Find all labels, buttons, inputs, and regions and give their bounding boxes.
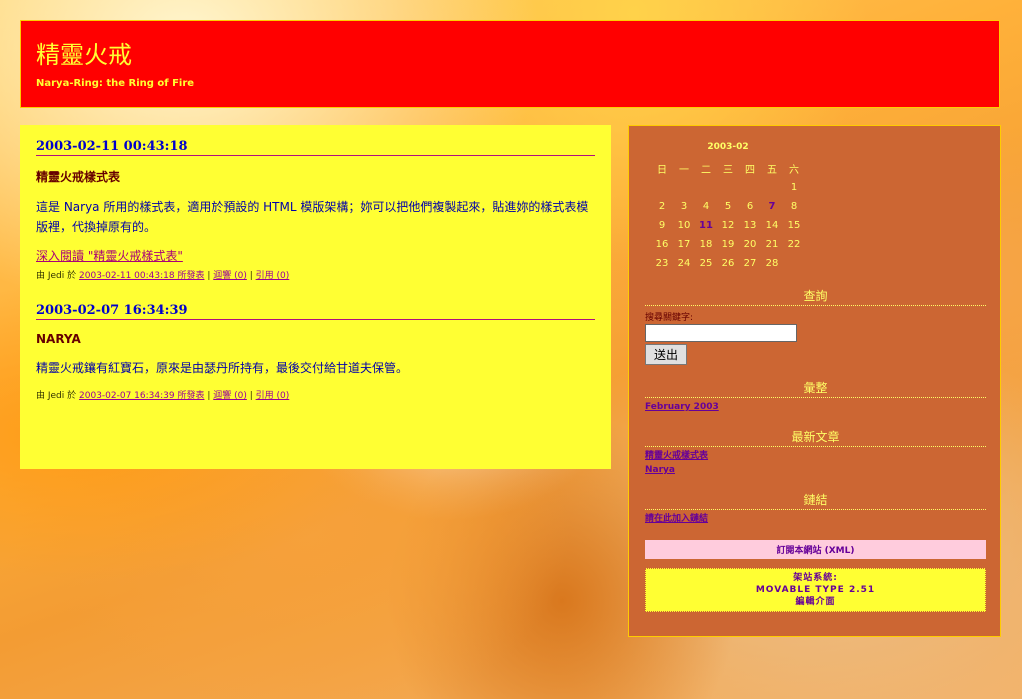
calendar-day: 5 [724,201,732,212]
archives-title: 彙整 [645,379,986,398]
syndicate-xml-link[interactable]: 訂閱本網站 (XML) [645,540,986,559]
calendar-day: 3 [680,201,688,212]
permalink[interactable]: 2003-02-11 00:43:18 所發表 [79,271,204,281]
calendar-day-link[interactable]: 11 [695,216,717,235]
movable-type-link[interactable]: MOVABLE TYPE 2.51 [646,584,985,596]
comments-link[interactable]: 迴響 (0) [213,391,247,401]
recent-title: 最新文章 [645,428,986,447]
entry: 2003-02-07 16:34:39 NARYA 精靈火戒鑲有紅寶石，原來是由… [36,303,595,401]
calendar-day: 4 [702,201,710,212]
entry-footer: 由 Jedi 於 2003-02-07 16:34:39 所發表 | 迴響 (0… [36,391,290,401]
calendar-day: 10 [677,220,691,231]
calendar-day: 1 [790,182,798,193]
search-input[interactable] [645,324,797,342]
entry-author: 由 Jedi 於 [36,391,77,401]
entry: 2003-02-11 00:43:18 精靈火戒樣式表 這是 Narya 所用的… [36,139,595,281]
calendar-weekday: 三 [723,165,733,176]
recent-entry-link[interactable]: 精靈火戒樣式表 [645,449,986,463]
calendar-day: 8 [790,201,798,212]
blogroll-link[interactable]: 請在此加入鏈結 [645,512,986,526]
calendar-day: 13 [743,220,757,231]
edit-interface-link[interactable]: 編輯介面 [646,596,985,608]
site-tagline: Narya-Ring: the Ring of Fire [36,78,195,89]
calendar-weekday: 一 [679,165,689,176]
entry-date: 2003-02-07 16:34:39 [36,303,595,320]
calendar-day [695,178,717,197]
recent-entry-link[interactable]: Narya [645,463,986,477]
calendar-day: 19 [721,239,735,250]
calendar-day: 23 [655,258,669,269]
trackback-link[interactable]: 引用 (0) [256,391,290,401]
comments-link[interactable]: 迴響 (0) [213,271,247,281]
calendar-day: 17 [677,239,691,250]
calendar-day [673,178,695,197]
calendar-day: 22 [787,239,801,250]
calendar-caption: 2003-02 [707,142,749,152]
calendar-day: 16 [655,239,669,250]
entry-title: NARYA [36,332,81,346]
main-content: 2003-02-11 00:43:18 精靈火戒樣式表 這是 Narya 所用的… [20,125,611,469]
calendar-day: 25 [699,258,713,269]
trackback-link[interactable]: 引用 (0) [256,271,290,281]
calendar-day: 6 [746,201,754,212]
entry-author: 由 Jedi 於 [36,271,77,281]
search-submit-button[interactable]: 送出 [645,344,688,365]
calendar-weekday: 二 [701,165,711,176]
entry-body: 這是 Narya 所用的樣式表，適用於預設的 HTML 模版架構；妳可以把他們複… [36,200,589,234]
powered-label: 架站系統: [793,573,838,583]
calendar-day [739,178,761,197]
permalink[interactable]: 2003-02-07 16:34:39 所發表 [79,391,204,401]
read-more-link[interactable]: 深入閱讀 "精靈火戒樣式表" [36,247,595,264]
entry-body: 精靈火戒鑲有紅寶石，原來是由瑟丹所持有，最後交付給甘道夫保管。 [36,361,409,375]
site-title[interactable]: 精靈火戒 [36,35,132,70]
calendar-day: 26 [721,258,735,269]
calendar-day [783,254,805,273]
calendar-weekday: 五 [767,165,777,176]
entry-footer: 由 Jedi 於 2003-02-11 00:43:18 所發表 | 迴響 (0… [36,271,290,281]
entry-title: 精靈火戒樣式表 [36,170,121,184]
calendar-weekday: 四 [745,165,755,176]
calendar-day: 14 [765,220,779,231]
calendar-day: 9 [658,220,666,231]
calendar-day: 24 [677,258,691,269]
calendar-day: 12 [721,220,735,231]
calendar-day [717,178,739,197]
calendar: 2003-02 日一二三四五六 1 2 3 4 5 6 7 8 9 10 11 12 13 14 15 16 1… [651,142,805,273]
calendar-day: 15 [787,220,801,231]
entry-date: 2003-02-11 00:43:18 [36,139,595,156]
calendar-day [761,178,783,197]
calendar-weekday: 六 [789,165,799,176]
calendar-day: 2 [658,201,666,212]
calendar-day: 28 [765,258,779,269]
calendar-day-link[interactable]: 7 [761,197,783,216]
powered-by-box: 架站系統: MOVABLE TYPE 2.51 編輯介面 [645,568,986,612]
search-title: 查詢 [645,287,986,306]
calendar-day: 21 [765,239,779,250]
calendar-day: 27 [743,258,757,269]
calendar-weekday: 日 [657,165,667,176]
sidebar: 2003-02 日一二三四五六 1 2 3 4 5 6 7 8 9 10 11 12 13 14 15 16 1… [628,125,1001,637]
archive-link[interactable]: February 2003 [645,400,986,414]
links-title: 鏈結 [645,491,986,510]
calendar-day: 20 [743,239,757,250]
calendar-day [651,178,673,197]
search-label: 搜尋關鍵字: [645,313,694,323]
site-header: 精靈火戒 Narya-Ring: the Ring of Fire [20,20,1000,108]
calendar-day: 18 [699,239,713,250]
